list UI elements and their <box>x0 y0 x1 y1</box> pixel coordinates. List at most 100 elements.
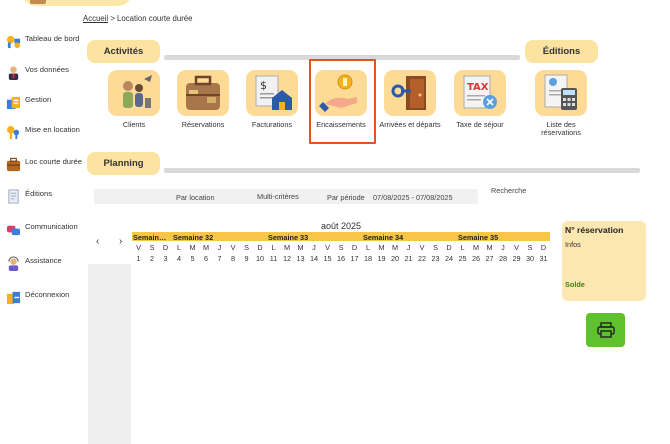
day-number-cell[interactable]: 20 <box>389 254 402 263</box>
day-name-cell: M <box>378 243 385 252</box>
week-label: Semain… <box>133 232 167 242</box>
filter-multi-criteres[interactable]: Multi-critères <box>257 192 299 201</box>
section-activites: Activités <box>87 40 160 63</box>
sidebar-item-label: Mise en location <box>25 125 80 134</box>
sidebar-item-deconnexion[interactable]: Déconnexion <box>6 290 90 305</box>
tile-liste-reservations[interactable]: Liste des réservations <box>526 65 596 137</box>
day-number-cell[interactable]: 7 <box>213 254 226 263</box>
day-name-cell: L <box>460 243 465 252</box>
sidebar-item-label: Communication <box>25 222 78 231</box>
tile-arrivees-departs[interactable]: Arrivées et départs <box>375 65 445 129</box>
calendar-resource-column <box>88 264 131 444</box>
day-name-cell: D <box>162 243 169 252</box>
day-number-cell[interactable]: 26 <box>470 254 483 263</box>
day-name-cell: M <box>486 243 493 252</box>
prev-month-button[interactable]: ‹ <box>96 236 99 247</box>
calendar-day-names: VSDLMMJVSDLMMJVSDLMMJVSDLMMJVSD <box>132 243 550 253</box>
day-name-cell: M <box>472 243 480 252</box>
sidebar-item-assistance[interactable]: Assistance <box>6 256 90 271</box>
day-name-cell: J <box>501 243 505 252</box>
day-number-cell[interactable]: 3 <box>159 254 172 263</box>
day-name-cell: M <box>189 243 196 252</box>
day-number-cell[interactable]: 16 <box>335 254 348 263</box>
day-name-cell: L <box>176 243 182 252</box>
day-number-cell[interactable]: 5 <box>186 254 199 263</box>
document-icon <box>8 189 19 204</box>
day-name-cell: S <box>338 243 344 252</box>
sidebar-item-gestion[interactable]: Gestion <box>6 95 90 110</box>
day-number-cell[interactable]: 19 <box>375 254 388 263</box>
svg-text:TAX: TAX <box>467 82 489 93</box>
sidebar-item-label: Vos données <box>25 65 69 74</box>
day-number-cell[interactable]: 22 <box>416 254 429 263</box>
day-name-cell: S <box>527 243 533 252</box>
sidebar-item-dashboard[interactable]: Tableau de bord <box>6 34 90 49</box>
day-number-cell[interactable]: 6 <box>200 254 213 263</box>
tile-label: Taxe de séjour <box>456 120 504 129</box>
sidebar-item-mise-en-location[interactable]: Mise en location <box>6 125 90 140</box>
day-number-cell[interactable]: 31 <box>537 254 550 263</box>
section-editions: Éditions <box>525 40 598 63</box>
period-input[interactable]: 07/08/2025 - 07/08/2025 <box>373 193 453 202</box>
tile-clients[interactable]: Clients <box>99 65 169 129</box>
tile-reservations[interactable]: Réservations <box>168 65 238 129</box>
day-number-cell[interactable]: 11 <box>267 254 280 263</box>
keys-icon <box>6 125 20 140</box>
day-number-cell[interactable]: 23 <box>429 254 442 263</box>
day-number-cell[interactable]: 12 <box>281 254 294 263</box>
sidebar-item-label: Tableau de bord <box>25 34 80 43</box>
dashboard-icon <box>6 35 21 49</box>
day-name-cell: S <box>433 243 438 252</box>
planning-filters: Par location Multi-critères Par période … <box>94 189 478 204</box>
day-number-cell[interactable]: 10 <box>254 254 267 263</box>
day-number-cell[interactable]: 14 <box>308 254 321 263</box>
day-number-cell[interactable]: 25 <box>456 254 469 263</box>
day-number-cell[interactable]: 17 <box>348 254 361 263</box>
day-name-cell: M <box>283 243 291 252</box>
tile-taxe-sejour[interactable]: TAX Taxe de séjour <box>445 65 515 129</box>
tile-label: Réservations <box>181 120 225 129</box>
next-month-button[interactable]: › <box>119 236 122 247</box>
planning-divider <box>164 168 640 173</box>
day-number-cell[interactable]: 28 <box>497 254 510 263</box>
print-button[interactable] <box>586 313 625 347</box>
day-name-cell: V <box>419 243 425 252</box>
suitcase-logo-icon <box>30 0 46 4</box>
day-number-cell[interactable]: 9 <box>240 254 253 263</box>
filter-par-periode[interactable]: Par période <box>327 193 365 202</box>
week-label: Semaine 34 <box>363 232 404 242</box>
day-number-cell[interactable]: 13 <box>294 254 307 263</box>
day-name-cell: J <box>312 243 316 252</box>
week-label: Semaine 33 <box>268 232 309 242</box>
day-number-cell[interactable]: 27 <box>483 254 496 263</box>
sidebar-item-editions[interactable]: Éditions <box>6 189 90 204</box>
reservation-solde: Solde <box>565 280 585 289</box>
day-number-cell[interactable]: 1 <box>132 254 145 263</box>
calendar-week-row: Semain… Semaine 32 Semaine 33 Semaine 34… <box>132 232 550 242</box>
day-number-cell[interactable]: 21 <box>402 254 415 263</box>
section-planning: Planning <box>87 152 160 175</box>
day-number-cell[interactable]: 24 <box>443 254 456 263</box>
sidebar-item-loc-courte-duree[interactable]: Loc courte durée <box>6 157 90 172</box>
sidebar-item-vos-donnees[interactable]: Vos données <box>6 65 90 80</box>
day-name-cell: M <box>391 243 399 252</box>
user-icon <box>8 66 19 80</box>
week-label: Semaine 32 <box>173 232 214 242</box>
day-number-cell[interactable]: 30 <box>524 254 537 263</box>
breadcrumb-home-link[interactable]: Accueil <box>83 14 108 23</box>
support-icon <box>8 256 19 271</box>
day-name-cell: S <box>149 243 155 252</box>
tile-facturations[interactable]: $ Facturations <box>237 65 307 129</box>
reservation-infos: Infos <box>565 240 581 249</box>
sidebar-item-communication[interactable]: Communication <box>6 222 90 237</box>
filter-par-location[interactable]: Par location <box>176 193 215 202</box>
day-number-cell[interactable]: 4 <box>173 254 186 263</box>
day-number-cell[interactable]: 29 <box>510 254 523 263</box>
day-number-cell[interactable]: 18 <box>362 254 375 263</box>
day-number-cell[interactable]: 15 <box>321 254 334 263</box>
day-number-cell[interactable]: 8 <box>227 254 240 263</box>
day-name-cell: D <box>446 243 452 252</box>
logout-icon <box>6 291 21 305</box>
search-button[interactable]: Recherche <box>491 186 526 195</box>
day-number-cell[interactable]: 2 <box>146 254 159 263</box>
